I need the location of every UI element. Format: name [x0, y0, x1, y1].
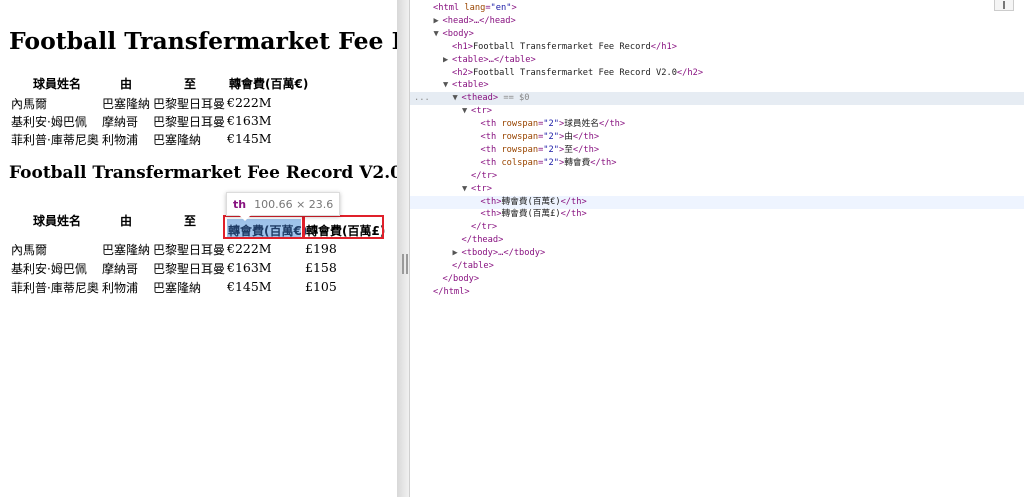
dom-node-line[interactable]: <th>轉會費(百萬€)</th>	[410, 195, 1024, 209]
collapse-arrow-icon[interactable]: ▼	[462, 183, 471, 196]
dom-node-line[interactable]: ▼ <table>	[410, 79, 1024, 92]
expand-arrow-icon[interactable]: ▶	[434, 15, 443, 28]
dom-node-line[interactable]: <th rowspan="2">至</th>	[410, 144, 1024, 157]
table2-cell: 摩納哥	[102, 262, 139, 276]
table1-cell: 利物浦	[102, 133, 139, 147]
table2-cell: £105	[305, 279, 337, 294]
tooltip-dimensions: 100.66 × 23.6	[254, 197, 334, 211]
dom-node-line[interactable]: ▶ <head>…</head>	[410, 15, 1024, 28]
collapse-arrow-icon[interactable]: ▼	[462, 105, 471, 118]
table1-cell: €163M	[227, 113, 272, 128]
dom-node-line[interactable]: ... ▼ <thead> == $0	[410, 92, 1024, 106]
expand-arrow-icon[interactable]: ▶	[453, 247, 462, 260]
table1-cell: 菲利普·庫蒂尼奧	[11, 133, 99, 147]
table2-cell: 巴黎聖日耳曼	[153, 262, 226, 276]
page-edge	[397, 0, 409, 497]
page-heading-h2: Football Transfermarket Fee Record V2.0	[9, 163, 397, 183]
tooltip-tag: th	[233, 197, 247, 211]
panel-resize-grip[interactable]	[402, 254, 408, 274]
table1-cell: 巴黎聖日耳曼	[153, 97, 226, 111]
dom-node-line[interactable]: <th rowspan="2">球員姓名</th>	[410, 118, 1024, 131]
table2-cell: 巴塞隆納	[102, 243, 151, 257]
dom-node-line[interactable]: <th>轉會費(百萬£)</th>	[410, 208, 1024, 221]
table1-cell: 巴黎聖日耳曼	[153, 115, 226, 129]
dom-node-line[interactable]: ▶ <tbody>…</tbody>	[410, 247, 1024, 260]
table2-header-name: 球員姓名	[33, 214, 82, 228]
table1-cell: 巴塞隆納	[153, 133, 202, 147]
dom-node-line[interactable]: </body>	[410, 273, 1024, 286]
dom-node-line[interactable]: </tr>	[410, 221, 1024, 234]
collapse-arrow-icon[interactable]: ▼	[434, 28, 443, 41]
table2-cell: €163M	[227, 260, 272, 275]
dom-node-line[interactable]: <h2>Football Transfermarket Fee Record V…	[410, 67, 1024, 80]
dom-node-line[interactable]: <html lang="en">	[410, 2, 1024, 15]
table1-cell: 內馬爾	[11, 97, 48, 111]
table2-cell: €222M	[227, 241, 272, 256]
devtools-elements-panel: <html lang="en"> ▶ <head>…</head> ▼ <body> <h…	[410, 0, 1024, 497]
inspector-tooltip: th 100.66 × 23.6	[226, 192, 341, 221]
dom-node-line[interactable]: ▼ <tr>	[410, 183, 1024, 196]
dom-node-line[interactable]: <th rowspan="2">由</th>	[410, 131, 1024, 144]
table2-header-to: 至	[184, 214, 197, 228]
table2-cell: 內馬爾	[11, 243, 48, 257]
collapse-arrow-icon[interactable]: ▼	[443, 79, 452, 92]
page-heading-h1: Football Transfermarket Fee Record	[9, 27, 397, 55]
table1-cell: €145M	[227, 131, 272, 146]
table1-cell: 巴塞隆納	[102, 97, 151, 111]
page-preview: Football Transfermarket Fee Record 球員姓名 …	[0, 0, 397, 497]
table1-header-fee: 轉會費(百萬€)	[229, 77, 309, 91]
table2-cell: 利物浦	[102, 281, 139, 295]
table2-cell: €145M	[227, 279, 272, 294]
dom-node-line[interactable]: <th colspan="2">轉會費</th>	[410, 157, 1024, 170]
dom-node-line[interactable]: </table>	[410, 260, 1024, 273]
table2-cell: 巴黎聖日耳曼	[153, 243, 226, 257]
table1-cell: 基利安·姆巴佩	[11, 115, 87, 129]
table2-cell: 菲利普·庫蒂尼奧	[11, 281, 99, 295]
table1-cell: 摩納哥	[102, 115, 139, 129]
dom-node-line[interactable]: ▶ <table>…</table>	[410, 54, 1024, 67]
dom-node-line[interactable]: </thead>	[410, 234, 1024, 247]
table1-header-from: 由	[120, 77, 133, 91]
highlight-box-euro	[223, 215, 304, 239]
dom-node-line[interactable]: <h1>Football Transfermarket Fee Record</…	[410, 41, 1024, 54]
table2-header-from: 由	[120, 214, 133, 228]
table1-header-name: 球員姓名	[33, 77, 82, 91]
more-options-icon[interactable]: ...	[414, 92, 430, 105]
dom-node-line[interactable]: ▼ <tr>	[410, 105, 1024, 118]
table2-cell: 巴塞隆納	[153, 281, 202, 295]
highlight-box-pound	[303, 215, 384, 239]
collapse-arrow-icon[interactable]: ▼	[453, 92, 462, 105]
expand-arrow-icon[interactable]: ▶	[443, 54, 452, 67]
dom-node-line[interactable]: </tr>	[410, 170, 1024, 183]
table1-cell: €222M	[227, 95, 272, 110]
dom-node-line[interactable]: ▼ <body>	[410, 28, 1024, 41]
table2-cell: £198	[305, 241, 337, 256]
dom-node-line[interactable]: </html>	[410, 286, 1024, 299]
table2-cell: £158	[305, 260, 337, 275]
table2-cell: 基利安·姆巴佩	[11, 262, 87, 276]
table1-header-to: 至	[184, 77, 197, 91]
